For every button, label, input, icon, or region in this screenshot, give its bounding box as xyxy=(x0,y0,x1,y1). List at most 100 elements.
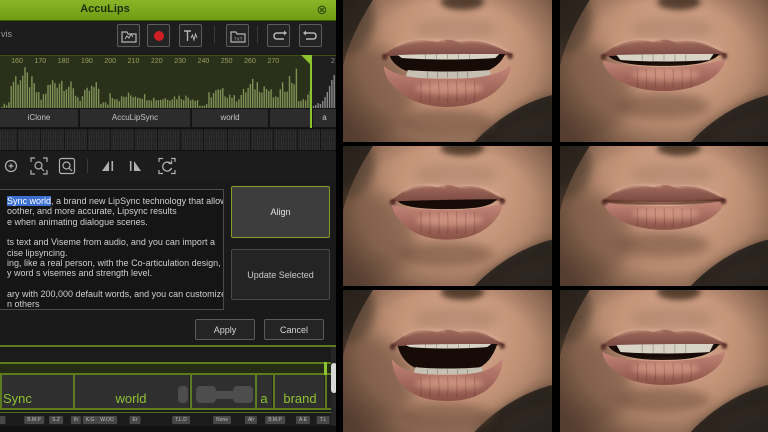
major-tick xyxy=(86,129,88,151)
word-label: brand xyxy=(283,391,317,406)
word-clip[interactable]: world xyxy=(192,109,268,127)
viseme-label-track[interactable]: B.M.P S.Z Ih K.G W.OO Er T.L.D None Ah B.M.P A.E T.… xyxy=(0,412,336,427)
undo-button[interactable] xyxy=(267,24,290,47)
flip-right-button[interactable] xyxy=(126,157,144,175)
viseme-chip[interactable]: S.Z xyxy=(49,416,63,424)
zoom-region-button[interactable] xyxy=(30,157,48,175)
major-tick xyxy=(40,129,42,151)
clip-separator xyxy=(0,375,2,408)
panel-title: AccuLips xyxy=(80,3,130,15)
viseme-tick-track xyxy=(0,128,336,151)
record-icon xyxy=(153,30,164,41)
word-clip[interactable] xyxy=(270,109,310,127)
major-tick xyxy=(180,129,182,151)
toolbar-separator xyxy=(87,159,88,173)
folder-text-icon: TXT xyxy=(229,30,246,43)
flip-left-button[interactable] xyxy=(99,157,117,175)
import-audio-button[interactable] xyxy=(117,24,140,47)
description-line: n others xyxy=(7,299,40,309)
waveform-bars xyxy=(1,67,335,109)
tick-row xyxy=(0,141,336,150)
track-band-end-marker xyxy=(324,362,327,375)
acculips-panel: AccuLips ⊗ vis TXT 160 170 180 190 200 2… xyxy=(0,0,336,432)
close-icon[interactable]: ⊗ xyxy=(314,2,330,18)
flip-left-icon xyxy=(102,161,114,171)
viseme-chip[interactable]: Ah xyxy=(244,416,258,424)
clip-handle[interactable] xyxy=(178,386,188,403)
ruler-label: 240 xyxy=(197,58,210,65)
zoom-in-button[interactable] xyxy=(2,157,20,175)
redo-button[interactable] xyxy=(299,24,322,47)
timeline-header-row xyxy=(0,347,336,362)
text-wave-icon xyxy=(183,29,197,42)
description-line: Sync world, a brand new LipSync technolo… xyxy=(7,196,224,206)
word-clip[interactable]: a xyxy=(313,109,336,127)
zoom-fit-button[interactable] xyxy=(58,157,76,175)
timeline-scrollbar-thumb[interactable] xyxy=(331,363,336,393)
clip-connector xyxy=(212,391,237,399)
ruler-label: 160 xyxy=(11,58,23,65)
ruler-label: 200 xyxy=(104,58,117,65)
word-label: a xyxy=(260,391,268,406)
loop-button[interactable] xyxy=(158,157,176,175)
undo-icon xyxy=(272,30,287,40)
playhead-flag-icon[interactable] xyxy=(301,55,310,64)
clip-separator xyxy=(273,375,275,408)
redo-icon xyxy=(302,30,317,40)
ruler-label: 190 xyxy=(81,58,93,65)
word-clip[interactable]: iClone xyxy=(0,109,78,127)
apply-button[interactable]: Apply xyxy=(195,319,255,340)
description-line: e when animating dialogue scenes. xyxy=(7,216,148,227)
loop-icon xyxy=(158,157,176,175)
ruler-label: 170 xyxy=(34,58,47,65)
panel-footer xyxy=(0,426,336,432)
audio-waveform[interactable]: 160 170 180 190 200 210 220 230 240 250 260 270 2 xyxy=(0,55,336,109)
word-clip-track[interactable]: Sync world a brand xyxy=(0,375,336,410)
ruler-label: 210 xyxy=(127,58,140,65)
word-clip[interactable]: AccuLipSync xyxy=(80,109,190,127)
update-selected-button[interactable]: Update Selected xyxy=(231,249,330,300)
clip-separator xyxy=(325,375,327,408)
portrait-mouth-slightly-open xyxy=(560,0,768,142)
description-line: ing, like a real person, with the Co-art… xyxy=(7,257,224,268)
major-tick xyxy=(17,129,18,151)
zoom-fit-icon xyxy=(58,157,76,175)
description-text-area[interactable]: Sync world, a brand new LipSync technolo… xyxy=(0,189,224,310)
playhead[interactable] xyxy=(310,55,312,128)
viseme-chip[interactable]: B.M.P xyxy=(24,416,44,424)
major-tick xyxy=(203,129,205,151)
ruler-label: 180 xyxy=(57,58,70,65)
viseme-chip[interactable]: None xyxy=(213,416,231,424)
viseme-chip[interactable]: T.L.D xyxy=(172,416,190,424)
folder-audio-icon xyxy=(120,30,137,43)
major-tick xyxy=(156,129,158,151)
clip-name-label: vis xyxy=(1,29,12,39)
major-tick xyxy=(319,129,321,151)
viseme-chip[interactable]: Er xyxy=(129,416,141,424)
viseme-chip[interactable]: A.E xyxy=(295,416,311,424)
major-tick xyxy=(110,129,112,151)
cancel-button[interactable]: Cancel xyxy=(264,319,324,340)
viseme-chip-partial[interactable] xyxy=(0,416,6,424)
description-line: ary with 200,000 default words, and you … xyxy=(7,288,224,299)
portrait-mouth-wide-open xyxy=(343,290,552,432)
title-bar[interactable]: AccuLips ⊗ xyxy=(0,0,336,21)
text-to-speech-button[interactable] xyxy=(179,24,202,47)
description-line: oother, and more accurate, Lipsync resul… xyxy=(7,206,177,217)
viseme-chip[interactable]: B.M.P xyxy=(265,416,285,424)
word-label: Sync xyxy=(3,391,32,406)
toolbar-separator xyxy=(257,26,258,43)
viseme-chip[interactable]: K.G xyxy=(82,416,98,424)
viseme-chip[interactable]: W.OO xyxy=(97,416,117,424)
major-tick xyxy=(226,129,228,151)
svg-text:TXT: TXT xyxy=(234,36,243,41)
viseme-chip[interactable]: Ih xyxy=(70,416,82,424)
zoom-in-icon xyxy=(4,159,18,173)
portrait-mouth-open-teeth-visible xyxy=(343,0,552,142)
lipsync-track-band[interactable] xyxy=(0,362,336,375)
major-tick xyxy=(273,129,275,151)
record-button[interactable] xyxy=(147,24,170,47)
import-text-button[interactable]: TXT xyxy=(226,24,249,47)
align-button[interactable]: Align xyxy=(231,186,330,238)
viseme-chip[interactable]: T.L xyxy=(316,416,330,424)
